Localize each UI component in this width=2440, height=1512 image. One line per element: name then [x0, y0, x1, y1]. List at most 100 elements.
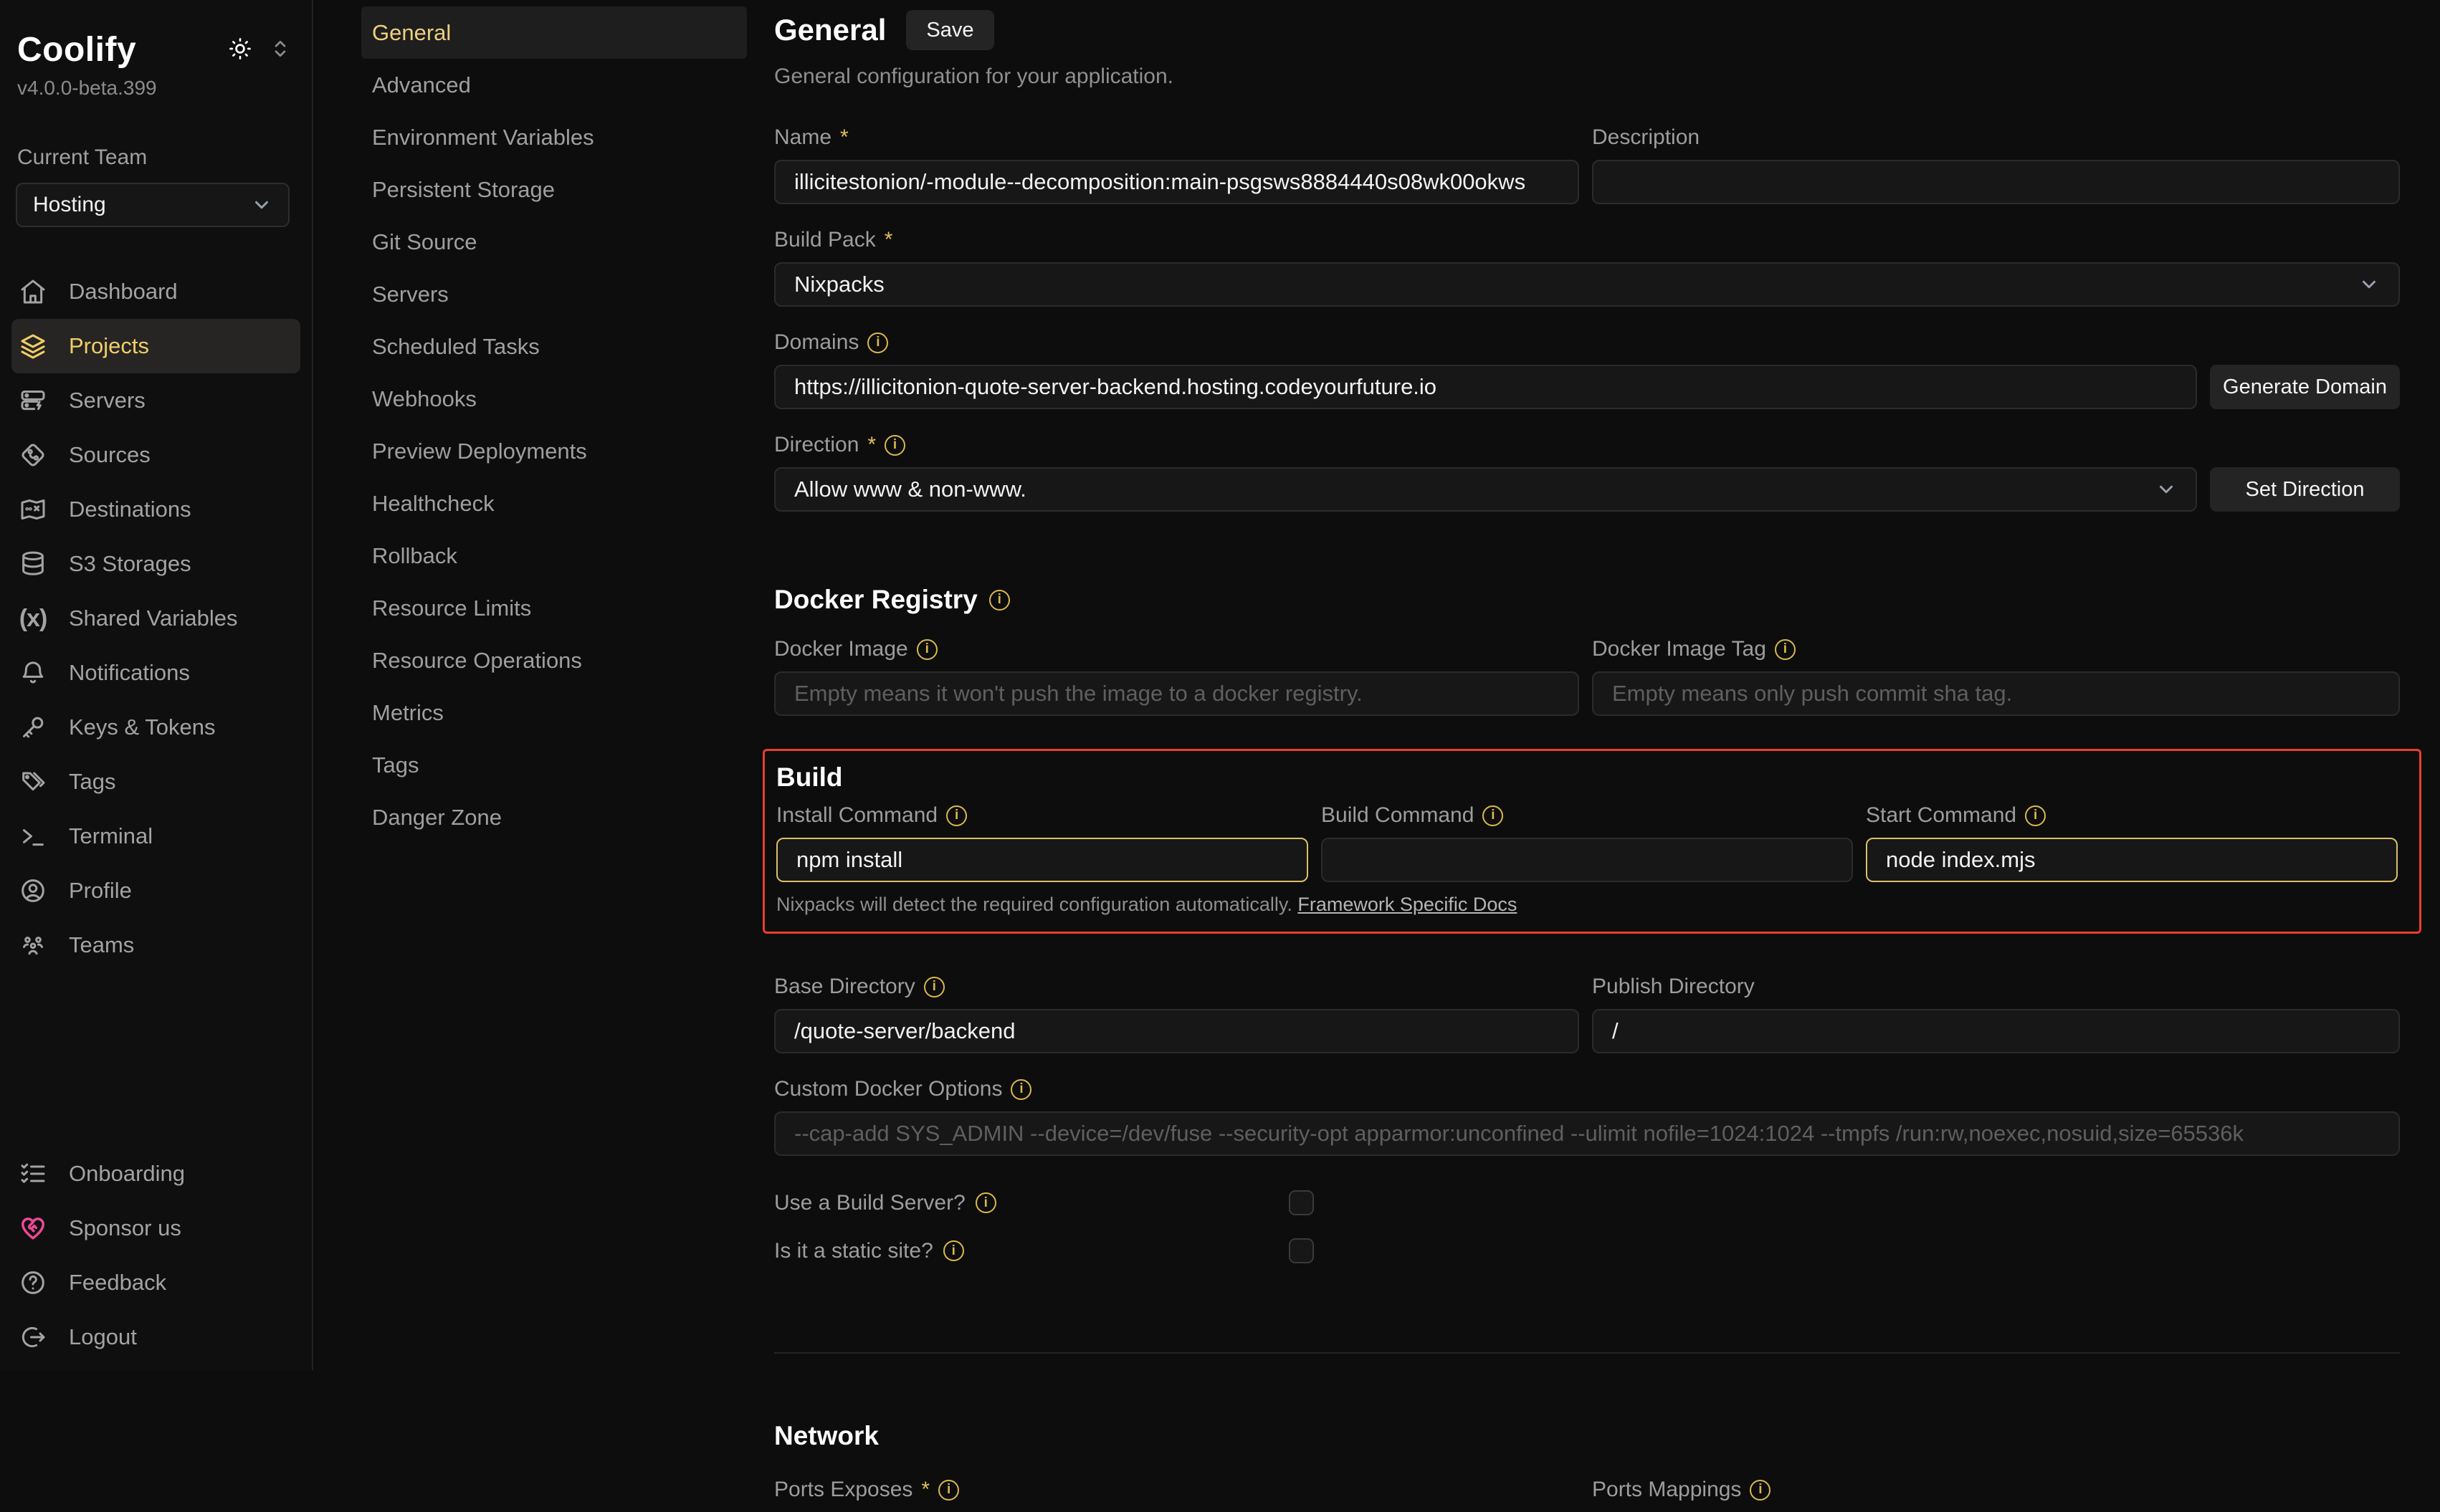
sidebar-item-label: S3 Storages: [69, 551, 191, 577]
info-icon[interactable]: [1750, 1480, 1771, 1501]
sidebar-item-servers[interactable]: Servers: [11, 373, 300, 428]
sidebar-item-keys-tokens[interactable]: Keys & Tokens: [11, 700, 300, 755]
app-logo: Coolify: [17, 30, 136, 70]
sidebar-item-dashboard[interactable]: Dashboard: [11, 264, 300, 319]
sidebar-item-teams[interactable]: Teams: [11, 918, 300, 972]
subnav-item-rollback[interactable]: Rollback: [361, 530, 747, 582]
start-command-input[interactable]: [1866, 838, 2398, 882]
generate-domain-button[interactable]: Generate Domain: [2210, 365, 2400, 409]
sidebar-item-onboarding[interactable]: Onboarding: [11, 1147, 300, 1201]
subnav-item-preview-deployments[interactable]: Preview Deployments: [361, 425, 747, 477]
install-command-input[interactable]: [776, 838, 1308, 882]
custom-docker-options-input[interactable]: [774, 1111, 2400, 1156]
info-icon[interactable]: [1775, 639, 1796, 660]
build-pack-select[interactable]: Nixpacks: [774, 262, 2400, 307]
docker-image-tag-label: Docker Image Tag: [1592, 637, 1766, 661]
sidebar-item-label: Sources: [69, 442, 151, 468]
docker-image-tag-input[interactable]: [1592, 671, 2400, 716]
subnav-item-persistent-storage[interactable]: Persistent Storage: [361, 163, 747, 216]
subnav-item-scheduled-tasks[interactable]: Scheduled Tasks: [361, 320, 747, 373]
sidebar-item-sponsor[interactable]: Sponsor us: [11, 1201, 300, 1255]
info-icon[interactable]: [943, 1240, 964, 1261]
sidebar-item-projects[interactable]: Projects: [11, 319, 300, 373]
sidebar-item-label: Teams: [69, 932, 134, 958]
required-marker: *: [840, 125, 849, 150]
subnav-item-metrics[interactable]: Metrics: [361, 686, 747, 739]
sidebar-item-label: Sponsor us: [69, 1215, 181, 1241]
team-select[interactable]: Hosting: [16, 183, 290, 227]
sidebar-item-feedback[interactable]: Feedback: [11, 1255, 300, 1310]
subnav-item-resource-limits[interactable]: Resource Limits: [361, 582, 747, 634]
ports-mappings-label: Ports Mappings: [1592, 1478, 1741, 1502]
expand-updown-icon[interactable]: [267, 36, 293, 65]
home-icon: [19, 277, 47, 306]
sidebar-item-shared-variables[interactable]: (x) Shared Variables: [11, 591, 300, 646]
database-icon: [19, 550, 47, 578]
set-direction-button[interactable]: Set Direction: [2210, 467, 2400, 512]
user-circle-icon: [19, 876, 47, 905]
info-icon[interactable]: [885, 435, 905, 456]
sidebar-item-notifications[interactable]: Notifications: [11, 646, 300, 700]
info-icon[interactable]: [946, 805, 967, 826]
name-input[interactable]: [774, 160, 1579, 204]
docker-image-input[interactable]: [774, 671, 1579, 716]
sidebar-item-profile[interactable]: Profile: [11, 863, 300, 918]
base-directory-label: Base Directory: [774, 975, 915, 999]
sidebar-item-label: Notifications: [69, 660, 190, 686]
build-pack-value: Nixpacks: [794, 272, 885, 297]
docker-image-label: Docker Image: [774, 637, 908, 661]
build-pack-label: Build Pack: [774, 228, 876, 252]
build-server-checkbox[interactable]: [1289, 1190, 1314, 1215]
help-circle-icon: [19, 1268, 47, 1297]
build-command-field-group: Build Command: [1321, 803, 1853, 882]
info-icon[interactable]: [924, 977, 945, 997]
build-command-input[interactable]: [1321, 838, 1853, 882]
sidebar-item-logout[interactable]: Logout: [11, 1310, 300, 1364]
sidebar-item-label: Servers: [69, 388, 146, 413]
name-field-group: Name *: [774, 125, 1579, 204]
sidebar-item-s3-storages[interactable]: S3 Storages: [11, 537, 300, 591]
subnav-item-webhooks[interactable]: Webhooks: [361, 373, 747, 425]
info-icon[interactable]: [917, 639, 938, 660]
subnav-item-general[interactable]: General: [361, 6, 747, 59]
info-icon[interactable]: [989, 590, 1010, 611]
subnav-item-danger-zone[interactable]: Danger Zone: [361, 791, 747, 843]
subnav-item-environment-variables[interactable]: Environment Variables: [361, 111, 747, 163]
static-site-checkbox[interactable]: [1289, 1238, 1314, 1263]
direction-select[interactable]: Allow www & non-www.: [774, 467, 2197, 512]
build-pack-field-group: Build Pack * Nixpacks: [774, 227, 2400, 307]
domains-input[interactable]: [774, 365, 2197, 409]
sidebar-nav: Dashboard Projects Servers Sources Desti…: [11, 264, 300, 972]
description-input[interactable]: [1592, 160, 2400, 204]
publish-directory-field-group: Publish Directory: [1592, 974, 2400, 1053]
info-icon[interactable]: [1482, 805, 1503, 826]
sidebar-item-sources[interactable]: Sources: [11, 428, 300, 482]
framework-docs-link[interactable]: Framework Specific Docs: [1297, 894, 1517, 915]
base-directory-field-group: Base Directory: [774, 974, 1579, 1053]
chevron-down-icon: [2358, 274, 2380, 295]
info-icon[interactable]: [2025, 805, 2046, 826]
save-button[interactable]: Save: [906, 10, 993, 50]
nixpacks-helper-text: Nixpacks will detect the required config…: [776, 894, 2398, 916]
subnav-item-resource-operations[interactable]: Resource Operations: [361, 634, 747, 686]
domains-field-group: Domains Generate Domain: [774, 330, 2400, 409]
publish-directory-input[interactable]: [1592, 1009, 2400, 1053]
sidebar-item-terminal[interactable]: Terminal: [11, 809, 300, 863]
network-heading-row: Network: [774, 1421, 2400, 1451]
sidebar-item-label: Profile: [69, 878, 132, 904]
sidebar-item-destinations[interactable]: Destinations: [11, 482, 300, 537]
info-icon[interactable]: [938, 1480, 959, 1501]
subnav-item-git-source[interactable]: Git Source: [361, 216, 747, 268]
direction-field-group: Direction * Allow www & non-www. Set Dir…: [774, 432, 2400, 512]
subnav-item-servers[interactable]: Servers: [361, 268, 747, 320]
subnav-item-advanced[interactable]: Advanced: [361, 59, 747, 111]
info-icon[interactable]: [867, 332, 888, 353]
base-directory-input[interactable]: [774, 1009, 1579, 1053]
subnav-item-tags[interactable]: Tags: [361, 739, 747, 791]
subnav-item-healthcheck[interactable]: Healthcheck: [361, 477, 747, 530]
theme-sun-icon[interactable]: [227, 36, 253, 65]
info-icon[interactable]: [976, 1192, 996, 1213]
sidebar-item-tags[interactable]: Tags: [11, 755, 300, 809]
info-icon[interactable]: [1011, 1079, 1031, 1100]
chevron-down-icon: [251, 194, 272, 216]
